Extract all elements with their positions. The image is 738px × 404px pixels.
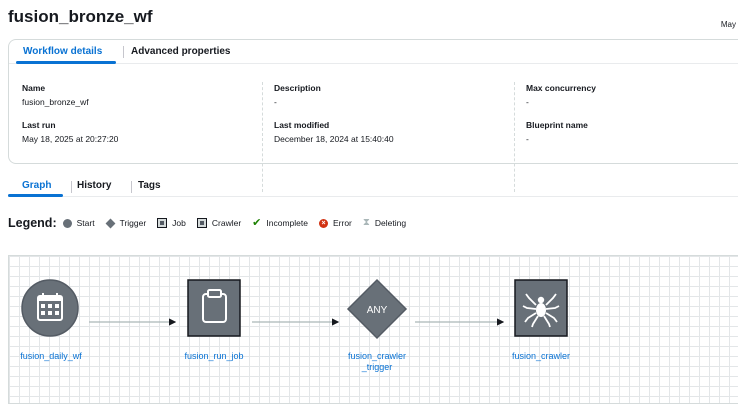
workflow-graph: ANY [21,278,568,340]
field-blueprint-name: Blueprint name - [526,120,588,144]
header-date: May [720,20,736,29]
field-label: Last modified [274,120,330,130]
field-value: - [526,134,529,144]
legend-label: Incomplete [266,218,308,228]
graph-node-trigger[interactable]: ANY [346,278,408,340]
legend-item-error: × Error [318,218,352,228]
workflow-details-panel: Workflow details Advanced properties Nam… [8,39,738,192]
tab-graph[interactable]: Graph [22,180,51,191]
node-label-fusion-daily-wf[interactable]: fusion_daily_wf [9,351,93,362]
start-circle-icon [62,218,72,228]
tab-workflow-details[interactable]: Workflow details [23,46,102,57]
tab-tags[interactable]: Tags [138,180,161,191]
legend-item-incomplete: ✔ Incomplete [252,216,308,229]
node-label-fusion-crawler-trigger[interactable]: fusion_crawler _trigger [332,351,422,373]
legend-item-deleting: ⧗ Deleting [362,217,407,229]
details-tabs: Workflow details Advanced properties [9,40,738,64]
trigger-badge: ANY [367,305,388,316]
legend-item-job: Job [157,218,186,228]
node-label-fusion-run-job[interactable]: fusion_run_job [169,351,259,362]
field-value: May 18, 2025 at 20:27:20 [22,134,119,144]
trigger-diamond-icon [105,218,116,228]
legend-label: Start [76,218,95,228]
crawler-square-icon [196,218,207,228]
error-icon: × [318,218,328,228]
graph-node-start[interactable] [21,279,79,337]
field-last-run: Last run May 18, 2025 at 20:27:20 [22,120,118,144]
graph-node-job[interactable] [187,279,241,337]
field-last-modified: Last modified December 18, 2024 at 15:40… [274,120,394,144]
tab-history[interactable]: History [77,180,111,191]
field-label: Last run [22,120,56,130]
graph-node-crawler[interactable] [514,279,568,337]
active-tab-indicator [8,194,63,197]
field-label: Blueprint name [526,120,588,130]
field-value: fusion_bronze_wf [22,97,89,107]
check-icon: ✔ [252,216,262,229]
node-label-fusion-crawler[interactable]: fusion_crawler [496,351,586,362]
field-value: - [526,97,529,107]
field-description: Description - [274,83,321,107]
field-max-concurrency: Max concurrency - [526,83,596,107]
legend-label: Crawler [211,218,242,228]
graph-legend: Legend: Start Trigger Job Crawler ✔ Inco… [8,214,417,232]
legend-item-start: Start [62,218,95,228]
tab-advanced-properties[interactable]: Advanced properties [131,46,230,57]
field-label: Name [22,83,46,93]
hourglass-icon: ⧗ [362,217,370,228]
legend-label: Trigger [119,218,147,228]
graph-tabs: Graph History Tags [8,176,738,197]
field-value: - [274,97,277,107]
legend-label: Deleting [374,218,407,228]
legend-label: Job [172,218,186,228]
active-tab-indicator [16,61,116,64]
field-label: Max concurrency [526,83,596,93]
page-title: fusion_bronze_wf [8,7,153,26]
workflow-graph-canvas[interactable]: ANY fusion_daily_wf fusion_run_job fusio… [8,255,738,404]
legend-label: Error [332,218,352,228]
legend-title: Legend: [8,216,57,230]
legend-item-crawler: Crawler [196,218,242,228]
field-value: December 18, 2024 at 15:40:40 [274,134,394,144]
job-square-icon [157,218,168,228]
field-name: Name fusion_bronze_wf [22,83,89,107]
tab-divider [123,46,124,58]
field-label: Description [274,83,321,93]
tab-divider [71,181,72,193]
tab-divider [131,181,132,193]
legend-item-trigger: Trigger [105,218,147,228]
